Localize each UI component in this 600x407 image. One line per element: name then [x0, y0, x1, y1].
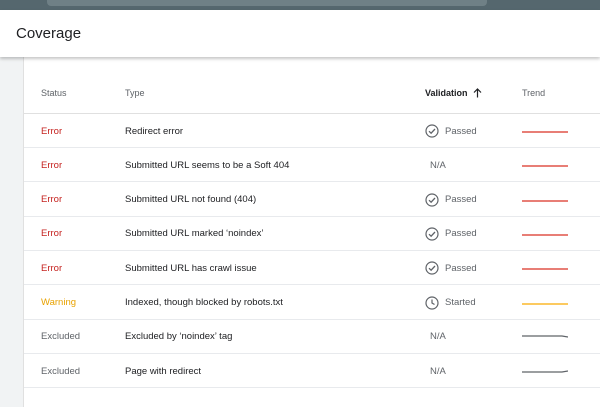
row-validation-label: Passed	[445, 194, 477, 206]
clock-icon	[425, 295, 439, 310]
search-bar[interactable]	[47, 0, 487, 6]
row-type: Submitted URL marked ‘noindex’	[125, 228, 264, 240]
row-trend-sparkline	[522, 217, 568, 251]
table-row[interactable]: Error Redirect error Passed	[24, 114, 600, 148]
column-header-trend: Trend	[522, 88, 546, 98]
check-circle-icon	[425, 124, 439, 138]
row-type: Submitted URL seems to be a Soft 404	[125, 159, 290, 171]
row-status: Error	[41, 159, 63, 171]
row-status: Excluded	[41, 331, 81, 343]
row-validation-label: N/A	[430, 331, 446, 343]
page-header: Coverage	[0, 10, 600, 57]
row-validation-label: Passed	[445, 262, 477, 274]
row-validation-label: N/A	[430, 159, 446, 171]
row-type: Indexed, though blocked by robots.txt	[125, 297, 283, 308]
page-title: Coverage	[16, 25, 82, 42]
row-trend-sparkline	[522, 183, 568, 217]
check-circle-icon	[425, 192, 439, 207]
column-header-validation[interactable]: Validation	[425, 88, 482, 98]
top-app-bar	[0, 0, 600, 10]
row-trend-sparkline	[522, 286, 568, 320]
row-status: Excluded	[41, 365, 81, 377]
row-validation: N/A	[430, 320, 446, 354]
column-header-validation-label: Validation	[425, 88, 468, 98]
table-row[interactable]: Excluded Excluded by ‘noindex’ tag N/A	[24, 320, 600, 354]
row-trend-sparkline	[522, 148, 568, 182]
row-trend-sparkline	[522, 251, 568, 285]
row-validation: Passed	[425, 251, 477, 285]
row-trend-sparkline	[522, 320, 568, 354]
table-row[interactable]: Warning Indexed, though blocked by robots…	[24, 286, 600, 320]
row-status: Error	[41, 125, 63, 137]
row-validation-label: N/A	[430, 365, 446, 377]
table-row[interactable]: Excluded Page with redirect N/A	[24, 354, 600, 389]
table-row[interactable]: Error Submitted URL not found (404) Passed	[24, 183, 600, 217]
row-trend-sparkline	[522, 354, 568, 388]
row-validation-label: Started	[445, 297, 476, 308]
column-header-type[interactable]: Type	[125, 88, 145, 98]
row-validation-label: Passed	[445, 125, 477, 137]
table-row[interactable]: Error Submitted URL has crawl issue Passed	[24, 251, 600, 286]
row-status: Error	[41, 228, 63, 240]
row-type: Submitted URL not found (404)	[125, 194, 257, 206]
sort-arrow-up-icon	[473, 88, 481, 98]
column-header-status[interactable]: Status	[41, 88, 67, 98]
check-circle-icon	[425, 227, 439, 241]
row-type: Excluded by ‘noindex’ tag	[125, 331, 233, 343]
table-row[interactable]: Error Submitted URL seems to be a Soft 40…	[24, 148, 600, 183]
row-validation: Passed	[425, 114, 477, 148]
row-status: Error	[41, 262, 63, 274]
row-trend-sparkline	[522, 114, 568, 148]
row-validation: Passed	[425, 183, 477, 217]
row-type: Redirect error	[125, 125, 184, 137]
row-validation-label: Passed	[445, 228, 477, 240]
row-status: Error	[41, 194, 63, 206]
row-validation: N/A	[430, 354, 446, 388]
row-validation: Passed	[425, 217, 477, 251]
row-validation: Started	[425, 286, 476, 320]
row-validation: N/A	[430, 148, 446, 182]
row-status: Warning	[41, 297, 77, 308]
row-type: Submitted URL has crawl issue	[125, 262, 257, 274]
row-type: Page with redirect	[125, 365, 202, 377]
coverage-table: Status Type Validation Trend Error Redire…	[23, 57, 600, 407]
table-row[interactable]: Error Submitted URL marked ‘noindex’ Passe…	[24, 217, 600, 251]
check-circle-icon	[425, 261, 439, 275]
